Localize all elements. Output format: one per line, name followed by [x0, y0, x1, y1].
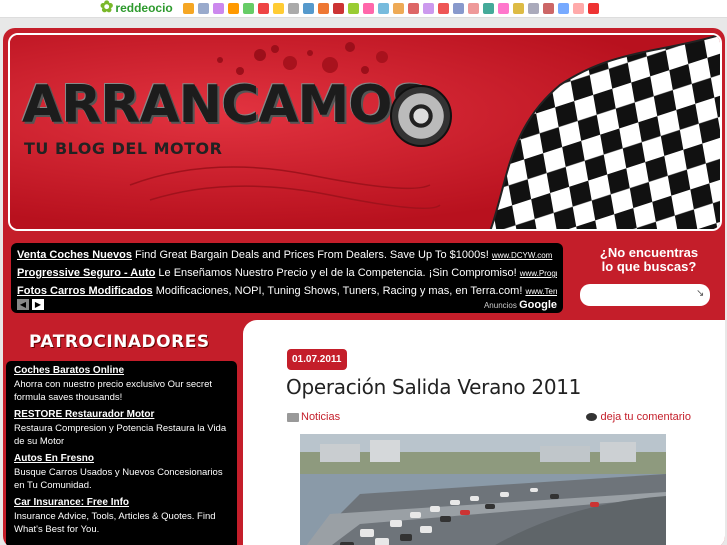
network-site-icon[interactable]: [528, 3, 539, 14]
network-site-icon[interactable]: [558, 3, 569, 14]
comment-label: deja tu comentario: [600, 411, 692, 423]
network-site-icon[interactable]: [333, 3, 344, 14]
reddeocio-label: reddeocio: [115, 1, 173, 15]
network-site-icon[interactable]: [453, 3, 464, 14]
network-site-icon[interactable]: [498, 3, 509, 14]
search-prompt-line1: ¿No encuentras: [599, 245, 699, 260]
sidebar-ad: Car Insurance: Free Info Insurance Advic…: [14, 496, 229, 536]
top-ad-box: Venta Coches Nuevos Find Great Bargain D…: [11, 243, 563, 313]
network-site-icon[interactable]: [483, 3, 494, 14]
sidebar-ad-text: Ahorra con nuestro precio exclusivo Our …: [14, 379, 213, 403]
search-submit-icon[interactable]: ↘: [696, 288, 704, 299]
sidebar-ad-link[interactable]: Autos En Fresno: [14, 452, 229, 466]
blog-subtitle: TU BLOG DEL MOTOR: [24, 139, 223, 158]
sidebar-ad: RESTORE Restaurador Motor Restaura Compr…: [14, 408, 229, 448]
ad-url[interactable]: www.Progressive.com/Seg: [520, 269, 557, 278]
search-panel: ¿No encuentras lo que buscas? ↘: [578, 245, 720, 306]
ad-text: Le Enseñamos Nuestro Precio y el de la C…: [158, 267, 517, 279]
ad-link[interactable]: Fotos Carros Modificados: [17, 285, 153, 297]
network-site-icon[interactable]: [543, 3, 554, 14]
ad-line: Fotos Carros Modificados Modificaciones,…: [17, 282, 557, 300]
checkered-flag-icon: [489, 35, 720, 229]
network-site-icon[interactable]: [213, 3, 224, 14]
sidebar-ad-text: Busque Carros Usados y Nuevos Concesiona…: [14, 467, 223, 491]
sidebar-ad-link[interactable]: Coches Baratos Online: [14, 364, 229, 378]
ad-link[interactable]: Progressive Seguro - Auto: [17, 267, 155, 279]
next-arrow-icon[interactable]: ▶: [32, 299, 44, 310]
blog-title: ARRANCAMOS: [22, 75, 429, 135]
network-site-icon[interactable]: [393, 3, 404, 14]
post-category[interactable]: Noticias: [287, 411, 340, 423]
page-container: ARRANCAMOS TU BLOG DEL MOTOR Venta Coche…: [3, 28, 725, 545]
network-site-icons: [183, 3, 599, 14]
network-site-icon[interactable]: [513, 3, 524, 14]
network-site-icon[interactable]: [588, 3, 599, 14]
flower-icon: ✿: [100, 0, 114, 16]
network-site-icon[interactable]: [303, 3, 314, 14]
sidebar-ad-box: Coches Baratos Online Ahorra con nuestro…: [6, 361, 237, 545]
reddeocio-logo[interactable]: ✿ reddeocio: [100, 0, 173, 16]
network-site-icon[interactable]: [348, 3, 359, 14]
network-site-icon[interactable]: [438, 3, 449, 14]
ad-line: Progressive Seguro - Auto Le Enseñamos N…: [17, 264, 557, 282]
sidebar-ad: Coches Baratos Online Ahorra con nuestro…: [14, 364, 229, 404]
sidebar-ad: Autos En Fresno Busque Carros Usados y N…: [14, 452, 229, 492]
network-toolbar: ✿ reddeocio: [0, 0, 727, 18]
ad-link[interactable]: Venta Coches Nuevos: [17, 249, 132, 261]
ad-url[interactable]: www.Terra.com/autos: [525, 287, 557, 296]
ad-text: Modificaciones, NOPI, Tuning Shows, Tune…: [155, 285, 523, 297]
folder-icon: [287, 412, 299, 422]
network-site-icon[interactable]: [378, 3, 389, 14]
main-content: 01.07.2011 Operación Salida Verano 2011 …: [243, 320, 725, 545]
anuncios-label: Anuncios: [483, 301, 517, 310]
ad-url[interactable]: www.DCYW.com: [492, 251, 552, 260]
site-header[interactable]: ARRANCAMOS TU BLOG DEL MOTOR: [8, 33, 722, 231]
post-title[interactable]: Operación Salida Verano 2011: [286, 375, 581, 399]
network-site-icon[interactable]: [363, 3, 374, 14]
network-site-icon[interactable]: [183, 3, 194, 14]
network-site-icon[interactable]: [468, 3, 479, 14]
sidebar-ad-link[interactable]: Car Insurance: Free Info: [14, 496, 229, 510]
category-label: Noticias: [301, 411, 341, 423]
network-site-icon[interactable]: [258, 3, 269, 14]
post-comment-link[interactable]: deja tu comentario: [585, 411, 692, 423]
sidebar-ad-text: Insurance Advice, Tools, Articles & Quot…: [14, 511, 216, 535]
ad-nav: ◀ ▶: [17, 299, 44, 310]
anuncios-google-label[interactable]: Anuncios Google: [484, 299, 557, 311]
comment-bubble-icon: [585, 413, 597, 421]
post-date-badge: 01.07.2011: [287, 349, 347, 370]
network-site-icon[interactable]: [408, 3, 419, 14]
ad-line: Venta Coches Nuevos Find Great Bargain D…: [17, 246, 557, 264]
sidebar-ad-link[interactable]: RESTORE Restaurador Motor: [14, 408, 229, 422]
network-site-icon[interactable]: [198, 3, 209, 14]
search-input[interactable]: [580, 284, 710, 306]
sidebar-ad-text: Restaura Compresion y Potencia Restaura …: [14, 423, 227, 447]
network-site-icon[interactable]: [318, 3, 329, 14]
search-prompt-line2: lo que buscas?: [601, 259, 697, 274]
post-photo-highway[interactable]: [300, 434, 666, 545]
google-label: Google: [519, 299, 557, 311]
sponsors-title: PATROCINADORES: [29, 332, 210, 352]
prev-arrow-icon[interactable]: ◀: [17, 299, 29, 310]
network-site-icon[interactable]: [273, 3, 284, 14]
network-site-icon[interactable]: [243, 3, 254, 14]
network-site-icon[interactable]: [228, 3, 239, 14]
network-site-icon[interactable]: [423, 3, 434, 14]
network-site-icon[interactable]: [573, 3, 584, 14]
network-site-icon[interactable]: [288, 3, 299, 14]
ad-text: Find Great Bargain Deals and Prices From…: [135, 249, 489, 261]
